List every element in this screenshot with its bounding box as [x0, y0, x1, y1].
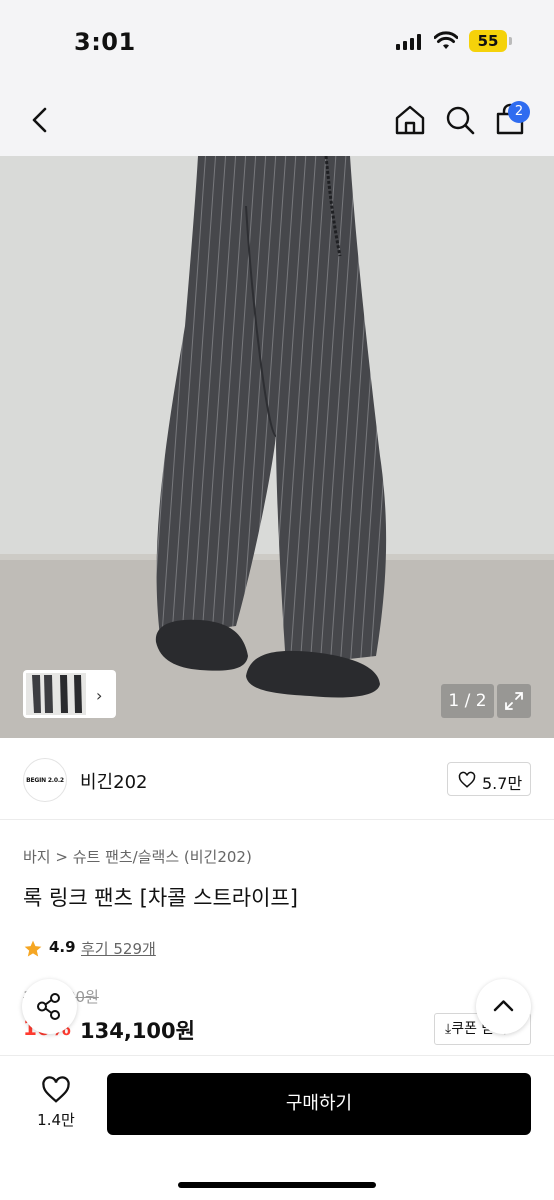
status-time: 3:01 — [74, 28, 136, 56]
heart-icon — [458, 771, 476, 788]
brand-like-button[interactable]: 5.7만 — [447, 762, 531, 796]
share-icon — [37, 993, 60, 1020]
share-button[interactable] — [22, 979, 77, 1034]
star-icon — [24, 940, 42, 957]
wishlist-button[interactable]: 1.4만 — [22, 1073, 90, 1135]
expand-icon[interactable] — [497, 684, 531, 718]
review-link[interactable]: 후기 529개 — [81, 938, 156, 959]
cart-count-badge: 2 — [508, 101, 530, 123]
home-indicator — [178, 1182, 376, 1188]
brand-logo-text: BEGIN 2.0.2 — [26, 777, 64, 784]
battery-indicator: 55 — [469, 30, 507, 52]
brand-logo[interactable]: BEGIN 2.0.2 — [23, 758, 67, 802]
product-image[interactable] — [0, 156, 554, 738]
thumbnail-image[interactable] — [26, 673, 86, 715]
scroll-top-button[interactable] — [476, 979, 531, 1034]
battery-tip — [509, 37, 512, 45]
wishlist-count: 1.4만 — [37, 1111, 75, 1129]
chevron-right-icon[interactable]: › — [96, 686, 102, 705]
sale-price: 134,100원 — [80, 1019, 195, 1043]
home-icon[interactable] — [390, 100, 430, 140]
product-title: 록 링크 팬츠 [차콜 스트라이프] — [23, 886, 298, 910]
search-icon[interactable] — [440, 100, 480, 140]
nav-bar — [0, 84, 554, 156]
wifi-icon — [434, 31, 458, 49]
chevron-up-icon — [493, 1000, 514, 1012]
product-photo — [0, 156, 554, 738]
brand-name[interactable]: 비긴202 — [80, 768, 147, 794]
status-bar: 3:01 55 — [0, 0, 554, 84]
heart-icon — [42, 1076, 70, 1103]
back-icon[interactable] — [20, 100, 60, 140]
brand-like-count: 5.7만 — [482, 774, 523, 793]
gallery-page-indicator: 1 / 2 — [441, 684, 494, 718]
buy-button[interactable]: 구매하기 — [107, 1073, 531, 1135]
rating-value: 4.9 — [49, 938, 76, 956]
breadcrumb[interactable]: 바지 > 슈트 팬츠/슬랙스 (비긴202) — [23, 846, 252, 867]
signal-icon — [396, 34, 422, 50]
